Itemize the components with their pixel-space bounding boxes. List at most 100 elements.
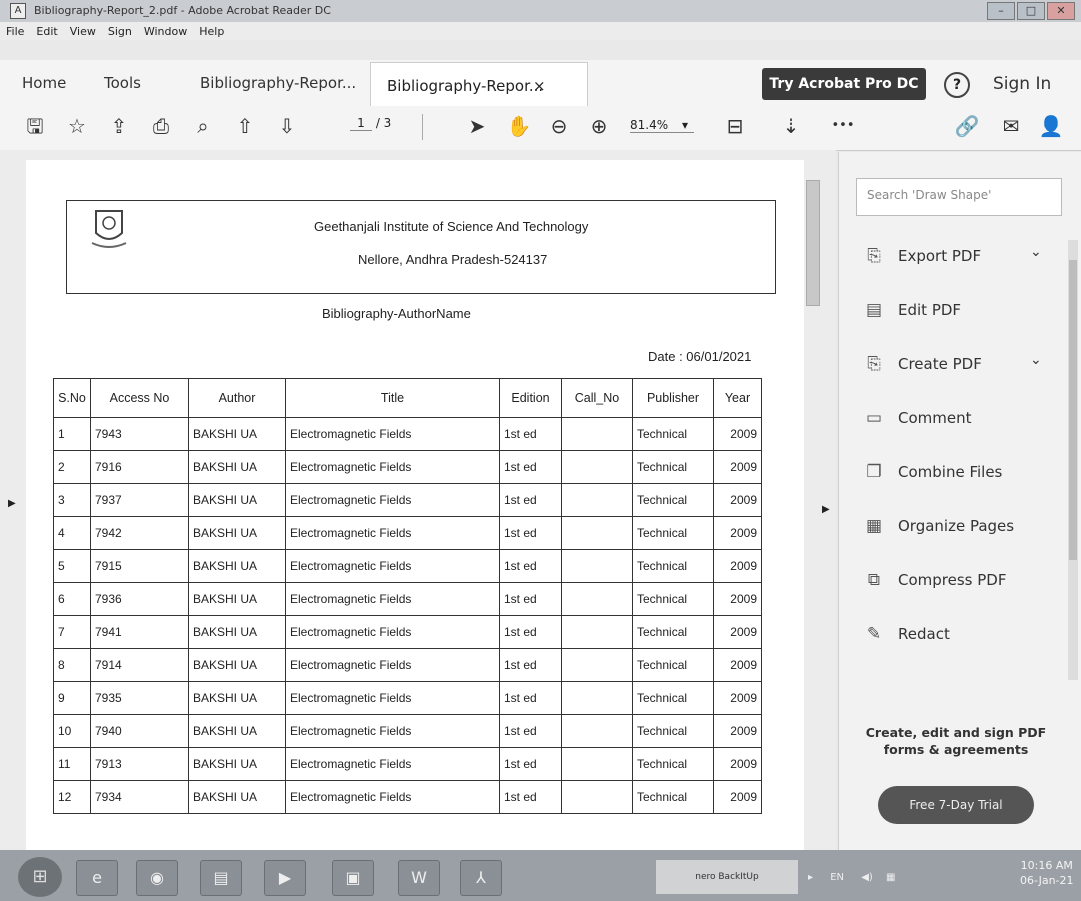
try-acrobat-pro-button[interactable]: Try Acrobat Pro DC xyxy=(762,68,926,100)
table-cell: Electromagnetic Fields xyxy=(285,747,500,781)
volume-icon[interactable]: ◀) xyxy=(861,872,873,883)
table-cell: Electromagnetic Fields xyxy=(285,483,500,517)
combine-files-icon: ❐ xyxy=(866,462,882,482)
table-cell: Technical xyxy=(632,483,714,517)
table-cell: 7942 xyxy=(90,516,189,550)
minimize-button[interactable]: – xyxy=(987,2,1015,20)
tool-item-label: Create PDF xyxy=(898,355,982,373)
table-cell: 2009 xyxy=(713,615,762,649)
document-scroll-thumb[interactable] xyxy=(806,180,820,306)
tool-item-organize-pages[interactable]: ▦ Organize Pages xyxy=(864,516,1014,536)
print-icon[interactable]: ⎙ xyxy=(148,114,174,138)
select-cursor-icon[interactable]: ➤ xyxy=(464,114,490,138)
column-header: Edition xyxy=(499,378,562,418)
column-header: S.No xyxy=(53,378,91,418)
table-cell: 8 xyxy=(53,648,91,682)
tool-item-export-pdf[interactable]: ⎘ Export PDF xyxy=(864,246,981,266)
tool-item-create-pdf[interactable]: ⎘ Create PDF xyxy=(864,354,982,374)
page-fit-icon[interactable]: ⊟ xyxy=(722,114,748,138)
free-trial-button[interactable]: Free 7-Day Trial xyxy=(878,786,1034,824)
system-tray: ▸ EN ◀) ▦ xyxy=(808,872,895,883)
tools-pane-scrollbar[interactable] xyxy=(1068,240,1078,680)
page-up-icon[interactable]: ⇧ xyxy=(232,114,258,138)
app-window-icon[interactable]: ▣ xyxy=(332,860,374,896)
more-tools-icon[interactable]: ••• xyxy=(830,114,856,138)
table-cell: 1st ed xyxy=(499,648,562,682)
table-cell: Electromagnetic Fields xyxy=(285,648,500,682)
table-cell: 1st ed xyxy=(499,780,562,814)
table-cell: BAKSHI UA xyxy=(188,780,286,814)
maximize-button[interactable]: □ xyxy=(1017,2,1045,20)
table-cell: Technical xyxy=(632,648,714,682)
table-cell: 2009 xyxy=(713,483,762,517)
table-cell xyxy=(561,483,633,517)
table-cell: 1st ed xyxy=(499,714,562,748)
tool-item-compress-pdf[interactable]: ⧉ Compress PDF xyxy=(864,570,1007,590)
table-cell: 1st ed xyxy=(499,747,562,781)
upload-cloud-icon[interactable]: ⇪ xyxy=(106,114,132,138)
internet-explorer-icon[interactable]: e xyxy=(76,860,118,896)
window-title: Bibliography-Report_2.pdf - Adobe Acroba… xyxy=(34,4,331,17)
table-cell: 2009 xyxy=(713,417,762,451)
table-cell: 7914 xyxy=(90,648,189,682)
sign-in-link[interactable]: Sign In xyxy=(993,74,1051,94)
language-indicator[interactable]: EN xyxy=(830,872,844,883)
institute-address: Nellore, Andhra Pradesh-524137 xyxy=(358,252,548,267)
collapse-right-pane-icon[interactable]: ▶ xyxy=(822,504,830,515)
close-window-button[interactable]: ✕ xyxy=(1047,2,1075,20)
bibliography-table: S.No Access No Author Title Edition Call… xyxy=(53,378,762,814)
chevron-down-icon[interactable]: ⌄ xyxy=(1030,244,1042,260)
compress-pdf-icon: ⧉ xyxy=(867,570,881,590)
scroll-mode-icon[interactable]: ⇣ xyxy=(778,114,804,138)
word-icon[interactable]: W xyxy=(398,860,440,896)
zoom-select[interactable]: 81.4% ▾ xyxy=(630,118,694,133)
tool-item-label: Compress PDF xyxy=(898,571,1007,589)
nero-taskbar-item[interactable]: nero BackItUp xyxy=(656,860,798,894)
clock-date: 06-Jan-21 xyxy=(1020,874,1074,887)
email-icon[interactable]: ✉ xyxy=(998,114,1024,138)
network-icon[interactable]: ▦ xyxy=(886,872,895,883)
tab-tools[interactable]: Tools xyxy=(104,74,141,92)
video-player-icon[interactable]: ▶ xyxy=(264,860,306,896)
tools-search-input[interactable]: Search 'Draw Shape' xyxy=(856,178,1062,216)
close-tab-icon[interactable]: × xyxy=(533,77,546,95)
chevron-down-icon[interactable]: ⌄ xyxy=(1030,352,1042,368)
page-down-icon[interactable]: ⇩ xyxy=(274,114,300,138)
acrobat-taskbar-icon[interactable]: ⅄ xyxy=(460,860,502,896)
table-cell: BAKSHI UA xyxy=(188,549,286,583)
total-pages: / 3 xyxy=(375,116,392,130)
tray-arrow-icon[interactable]: ▸ xyxy=(808,872,813,883)
tab-home[interactable]: Home xyxy=(22,74,66,92)
collapse-left-pane-icon[interactable]: ▶ xyxy=(8,498,16,509)
current-page-input[interactable]: 1 xyxy=(350,116,372,131)
table-row: 8 7914 BAKSHI UA Electromagnetic Fields 1st … xyxy=(53,648,762,682)
zoom-out-icon[interactable]: ⊖ xyxy=(546,114,572,138)
menu-view[interactable]: View xyxy=(70,25,96,38)
table-cell: Electromagnetic Fields xyxy=(285,450,500,484)
hand-tool-icon[interactable]: ✋ xyxy=(506,114,532,138)
media-player-icon[interactable]: ◉ xyxy=(136,860,178,896)
menu-file[interactable]: File xyxy=(6,25,24,38)
tool-item-comment[interactable]: ▭ Comment xyxy=(864,408,972,428)
zoom-search-icon[interactable]: ⌕ xyxy=(190,114,216,138)
tab-document-1[interactable]: Bibliography-Repor... xyxy=(200,74,356,92)
zoom-in-icon[interactable]: ⊕ xyxy=(586,114,612,138)
tool-item-edit-pdf[interactable]: ▤ Edit PDF xyxy=(864,300,961,320)
bookmark-star-icon[interactable]: ☆ xyxy=(64,114,90,138)
menu-sign[interactable]: Sign xyxy=(108,25,132,38)
add-user-icon[interactable]: 👤 xyxy=(1038,114,1064,138)
help-icon[interactable]: ? xyxy=(944,72,970,98)
taskbar-clock[interactable]: 10:16 AM 06-Jan-21 xyxy=(1020,858,1074,888)
institute-name: Geethanjali Institute of Science And Tec… xyxy=(314,219,589,234)
menu-edit[interactable]: Edit xyxy=(36,25,57,38)
menu-help[interactable]: Help xyxy=(199,25,224,38)
file-explorer-icon[interactable]: ▤ xyxy=(200,860,242,896)
tool-item-redact[interactable]: ✎ Redact xyxy=(864,624,950,644)
tool-item-combine-files[interactable]: ❐ Combine Files xyxy=(864,462,1002,482)
share-link-icon[interactable]: 🔗 xyxy=(954,114,980,138)
save-icon[interactable]: 🖫 xyxy=(22,114,48,138)
table-cell: BAKSHI UA xyxy=(188,615,286,649)
edit-pdf-icon: ▤ xyxy=(865,300,883,320)
start-button-icon[interactable]: ⊞ xyxy=(18,857,62,897)
menu-window[interactable]: Window xyxy=(144,25,187,38)
